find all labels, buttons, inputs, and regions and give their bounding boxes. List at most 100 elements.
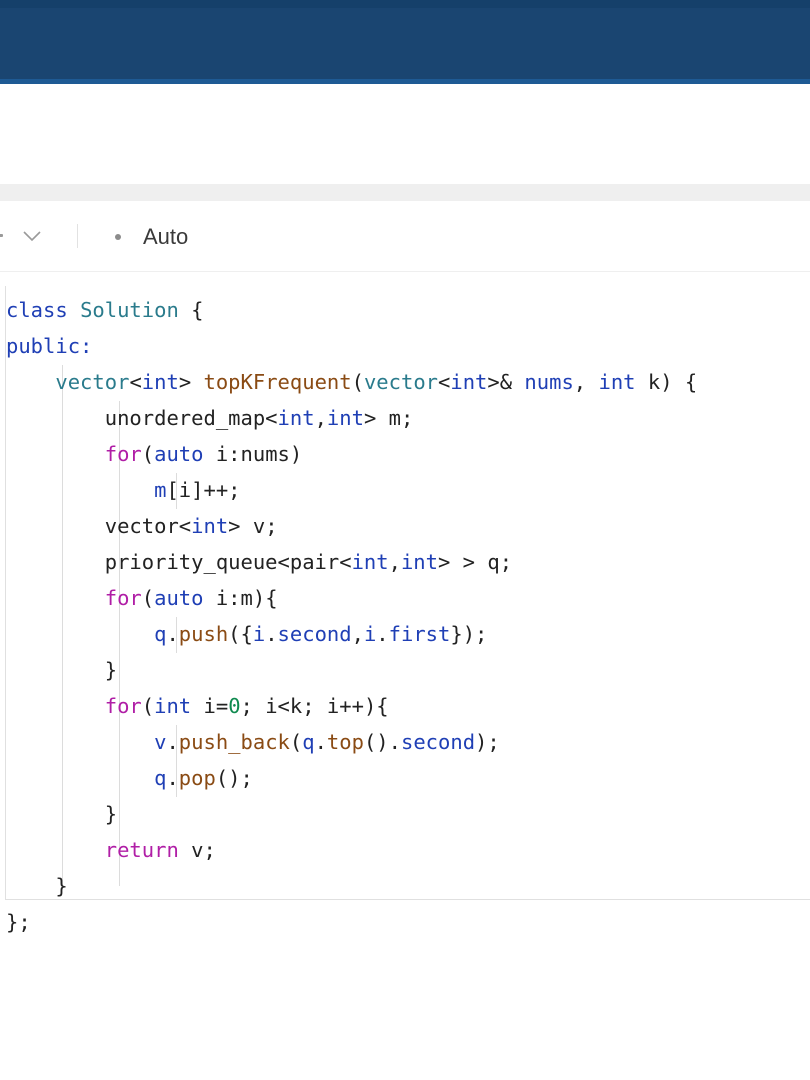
code-token: i <box>252 622 266 646</box>
toolbar-overflow-icon <box>0 234 3 237</box>
chevron-down-icon[interactable] <box>22 221 42 251</box>
code-token: for <box>104 694 142 718</box>
code-token: q <box>302 730 315 754</box>
code-token: ( <box>351 370 364 394</box>
code-token: int <box>141 370 179 394</box>
code-line: vector<int> topKFrequent(vector<int>& nu… <box>6 364 697 400</box>
code-line: v.push_back(q.top().second); <box>6 724 500 760</box>
code-token: int <box>450 370 488 394</box>
code-token: push <box>178 622 229 646</box>
code-token: i= <box>191 694 229 718</box>
code-token: } <box>6 874 68 898</box>
code-token: ( <box>141 694 155 718</box>
code-token: return <box>104 838 179 862</box>
code-line: vector<int> v; <box>6 508 278 544</box>
code-line: for(auto i:m){ <box>6 580 278 616</box>
code-token: ( <box>141 442 155 466</box>
code-token: , <box>314 406 327 430</box>
header-bar <box>0 0 810 84</box>
code-token: priority_queue<pair< <box>6 550 352 574</box>
code-token: > <box>178 370 204 394</box>
code-token: first <box>388 622 451 646</box>
code-token: pop <box>178 766 216 790</box>
code-token: Solution <box>80 298 192 322</box>
code-line: class Solution { <box>6 292 204 328</box>
code-token: push_back <box>178 730 290 754</box>
code-token: auto <box>154 586 204 610</box>
code-token: v <box>154 730 167 754</box>
code-token: int <box>154 694 192 718</box>
code-token: , <box>573 370 599 394</box>
code-token: int <box>191 514 229 538</box>
code-token: vector <box>55 370 130 394</box>
code-line: priority_queue<pair<int,int> > q; <box>6 544 512 580</box>
code-token: ; i<k; i++){ <box>240 694 389 718</box>
code-token: second <box>400 730 476 754</box>
toolbar-separator <box>77 224 78 248</box>
code-token: int <box>326 406 364 430</box>
code-toolbar: Auto <box>0 201 810 272</box>
code-token: q <box>154 766 167 790</box>
code-token: for <box>104 586 142 610</box>
code-line: }; <box>6 904 31 940</box>
language-mode-label[interactable]: Auto <box>143 223 188 251</box>
code-token: . <box>265 622 278 646</box>
code-token: < <box>129 370 142 394</box>
code-token: , <box>351 622 364 646</box>
code-token: top <box>326 730 364 754</box>
code-token: unordered_map< <box>6 406 278 430</box>
code-line: } <box>6 796 117 832</box>
code-token: topKFrequent <box>203 370 352 394</box>
code-token: ({ <box>228 622 253 646</box>
code-block-panel: Auto class Solution {public: vector<int>… <box>0 201 810 937</box>
code-token: . <box>166 730 179 754</box>
code-token: vector< <box>6 514 192 538</box>
code-token: int <box>351 550 389 574</box>
code-token: for <box>104 442 142 466</box>
code-token: > > q; <box>437 550 513 574</box>
code-token: int <box>598 370 636 394</box>
code-line: } <box>6 868 68 904</box>
code-token: }; <box>6 910 31 934</box>
code-token: . <box>314 730 327 754</box>
code-token: >& <box>487 370 525 394</box>
code-token: { <box>191 298 204 322</box>
code-line: public: <box>6 328 92 364</box>
code-token: nums <box>524 370 574 394</box>
code-line: unordered_map<int,int> m; <box>6 400 414 436</box>
code-editor[interactable]: class Solution {public: vector<int> topK… <box>0 286 810 936</box>
code-token: k) { <box>635 370 698 394</box>
code-token: > v; <box>228 514 278 538</box>
code-line: return v; <box>6 832 216 868</box>
code-line: for(int i=0; i<k; i++){ <box>6 688 389 724</box>
code-token: . <box>166 622 179 646</box>
code-token: , <box>388 550 401 574</box>
code-line: q.pop(); <box>6 760 253 796</box>
content-spacer <box>0 84 810 184</box>
code-token: v; <box>178 838 216 862</box>
code-token: }); <box>450 622 488 646</box>
code-token: ( <box>289 730 303 754</box>
code-token: ); <box>475 730 500 754</box>
code-token: vector <box>363 370 439 394</box>
code-token: > m; <box>363 406 414 430</box>
code-token: public: <box>6 334 93 358</box>
code-token: . <box>166 766 179 790</box>
code-line: } <box>6 652 117 688</box>
code-token: class <box>6 298 81 322</box>
code-token: . <box>376 622 389 646</box>
code-token: m <box>154 478 167 502</box>
code-token: (). <box>363 730 401 754</box>
code-token: i:nums) <box>203 442 303 466</box>
code-token: } <box>6 658 118 682</box>
code-token: 0 <box>228 694 241 718</box>
code-token: (); <box>215 766 253 790</box>
